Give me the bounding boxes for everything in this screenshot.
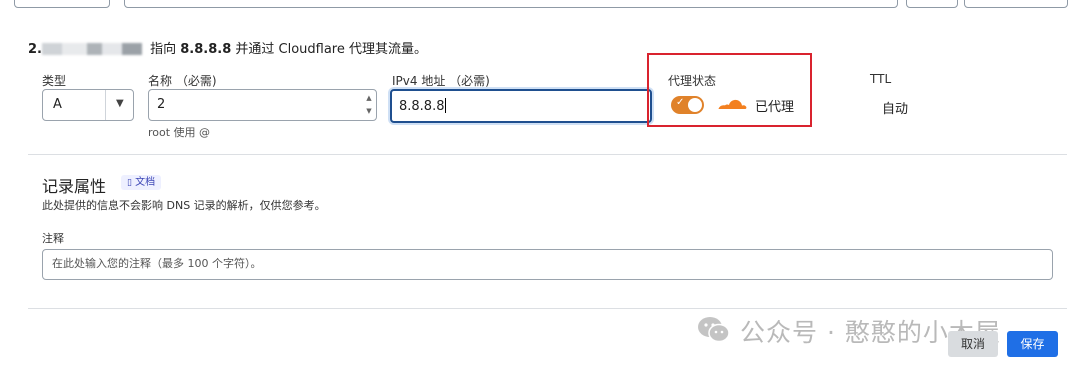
highlight-box [647,53,812,127]
type-label: 类型 [42,74,67,88]
docs-badge[interactable]: ▯ 文档 [121,175,162,190]
comment-label: 注释 [42,232,64,245]
top-right-button-1[interactable] [906,0,958,8]
proxy-status-value: 已代理 [755,100,795,115]
text-cursor [445,98,447,113]
name-field[interactable]: 2 ▲ ▼ [148,89,377,121]
book-icon: ▯ [127,178,132,188]
top-search-field[interactable] [124,0,898,8]
number-spinner-icon[interactable]: ▲ ▼ [364,92,374,118]
record-type-select[interactable]: A ▼ [42,89,134,121]
section-divider [28,154,1067,155]
ttl-value: 自动 [882,102,909,117]
top-right-button-2[interactable] [964,0,1068,8]
ttl-label: TTL [870,72,892,86]
comment-field[interactable] [42,249,1053,280]
record-attributes-title: 记录属性 [42,177,107,196]
name-helper-text: root 使用 @ [148,126,211,139]
redacted-name [41,43,142,55]
cancel-button[interactable]: 取消 [948,331,998,357]
comment-input[interactable] [50,256,1034,271]
chevron-down-icon: ▼ [116,98,124,109]
save-button[interactable]: 保存 [1007,331,1058,357]
proxy-toggle[interactable]: ✓ [671,96,704,114]
summary-target: 8.8.8.8 [180,42,232,57]
docs-badge-label: 文档 [135,177,156,188]
check-icon: ✓ [676,97,685,108]
ipv4-value: 8.8.8.8 [399,99,445,114]
name-value: 2 [157,97,166,112]
ipv4-label: IPv4 地址 （必需) [392,74,490,88]
top-left-button[interactable] [14,0,110,8]
cloud-icon [718,99,747,109]
name-label: 名称 （必需) [148,74,217,88]
record-attributes-description: 此处提供的信息不会影响 DNS 记录的解析，仅供您参考。 [42,199,326,212]
wechat-icon [698,317,730,343]
summary-prefix: 2. [28,42,42,57]
ipv4-field[interactable]: 8.8.8.8 [390,89,652,123]
record-type-value: A [53,97,62,112]
footer-divider [28,308,1067,309]
record-summary: 2. 指向 8.8.8.8 并通过 Cloudflare 代理其流量。 [28,42,427,57]
